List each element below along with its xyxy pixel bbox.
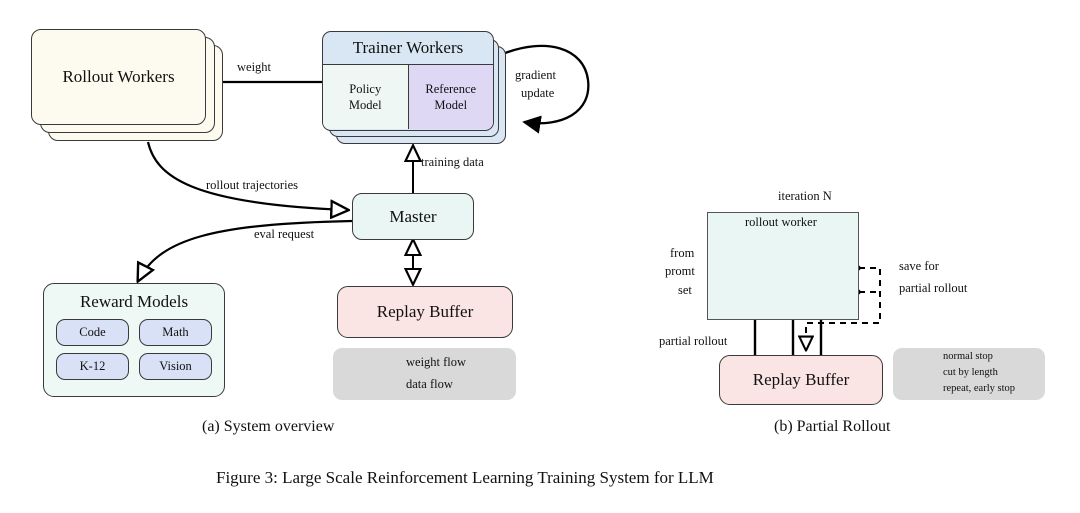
reward-model-item-math[interactable]: Math bbox=[139, 319, 212, 346]
trainer-workers-box[interactable]: Trainer Workers Policy Model Reference M… bbox=[322, 31, 494, 131]
reward-models-label: Reward Models bbox=[79, 292, 189, 311]
legend-a-item-data-flow-label: data flow bbox=[406, 377, 453, 391]
trainer-workers-header: Trainer Workers bbox=[323, 32, 493, 65]
panelb-iteration-label: iteration N bbox=[778, 189, 832, 203]
reward-model-item-label: Math bbox=[162, 325, 189, 339]
edge-label-training-data: training data bbox=[421, 155, 484, 169]
replay-buffer-box-b[interactable]: Replay Buffer bbox=[719, 355, 883, 405]
legend-b-item-repeat-early-stop-label: repeat, early stop bbox=[943, 383, 1016, 394]
reward-model-item-k12[interactable]: K-12 bbox=[56, 353, 129, 380]
edge-gradient-update bbox=[499, 44, 590, 134]
rollout-workers-label: Rollout Workers bbox=[62, 67, 175, 86]
subcaption-b: (b) Partial Rollout bbox=[774, 418, 891, 435]
master-box[interactable]: Master bbox=[352, 193, 474, 240]
replay-buffer-box-a[interactable]: Replay Buffer bbox=[337, 286, 513, 338]
trainer-workers-label: Trainer Workers bbox=[352, 38, 464, 57]
reward-model-item-label: Vision bbox=[159, 359, 192, 373]
legend-b-item-cut-by-length-label: cut by length bbox=[943, 367, 998, 378]
reward-model-item-code[interactable]: Code bbox=[56, 319, 129, 346]
edge-label-weight: weight bbox=[237, 60, 272, 74]
reward-model-item-vision[interactable]: Vision bbox=[139, 353, 212, 380]
edge-rollout-trajectories bbox=[146, 141, 348, 210]
edge-eval-request bbox=[138, 219, 353, 281]
reference-model-box[interactable]: Reference Model bbox=[408, 65, 493, 129]
legend-a-item-weight-flow-label: weight flow bbox=[406, 355, 467, 369]
reward-model-item-label: Code bbox=[79, 325, 106, 339]
edge-label-gradient-update-line2: update bbox=[521, 86, 555, 100]
panelb-label-promt: promt bbox=[665, 264, 695, 278]
figure-caption: Figure 3: Large Scale Reinforcement Lear… bbox=[216, 468, 714, 487]
edge-label-rollout-trajectories: rollout trajectories bbox=[206, 178, 298, 192]
reference-model-label-line2: Model bbox=[434, 98, 468, 112]
panelb-label-from: from bbox=[670, 246, 695, 260]
replay-buffer-label-a: Replay Buffer bbox=[376, 302, 474, 321]
legend-b-item-normal-stop-label: normal stop bbox=[943, 351, 993, 362]
subcaption-a: (a) System overview bbox=[202, 418, 335, 435]
rollout-workers-box[interactable]: Rollout Workers bbox=[31, 29, 206, 125]
master-label: Master bbox=[389, 206, 437, 226]
policy-model-label-line1: Policy bbox=[349, 82, 382, 96]
reference-model-label-line1: Reference bbox=[425, 82, 477, 96]
panelb-label-save-for-line2: partial rollout bbox=[899, 281, 968, 295]
policy-model-box[interactable]: Policy Model bbox=[323, 65, 409, 129]
panelb-label-set: set bbox=[678, 283, 692, 297]
panelb-rollout-worker-label: rollout worker bbox=[745, 215, 817, 229]
edge-label-gradient-update-line1: gradient bbox=[515, 68, 556, 82]
reward-models-box[interactable]: Reward Models Code Math K-12 Vision bbox=[43, 283, 225, 397]
policy-model-label-line2: Model bbox=[348, 98, 382, 112]
panelb-label-save-for-line1: save for bbox=[899, 259, 939, 273]
reward-model-item-label: K-12 bbox=[79, 359, 106, 373]
replay-buffer-label-b: Replay Buffer bbox=[752, 370, 850, 389]
panelb-label-partial-rollout: partial rollout bbox=[659, 334, 728, 348]
figure-root: Rollout Workers Trainer Workers Policy M… bbox=[0, 0, 1080, 513]
edge-label-eval-request: eval request bbox=[254, 227, 315, 241]
